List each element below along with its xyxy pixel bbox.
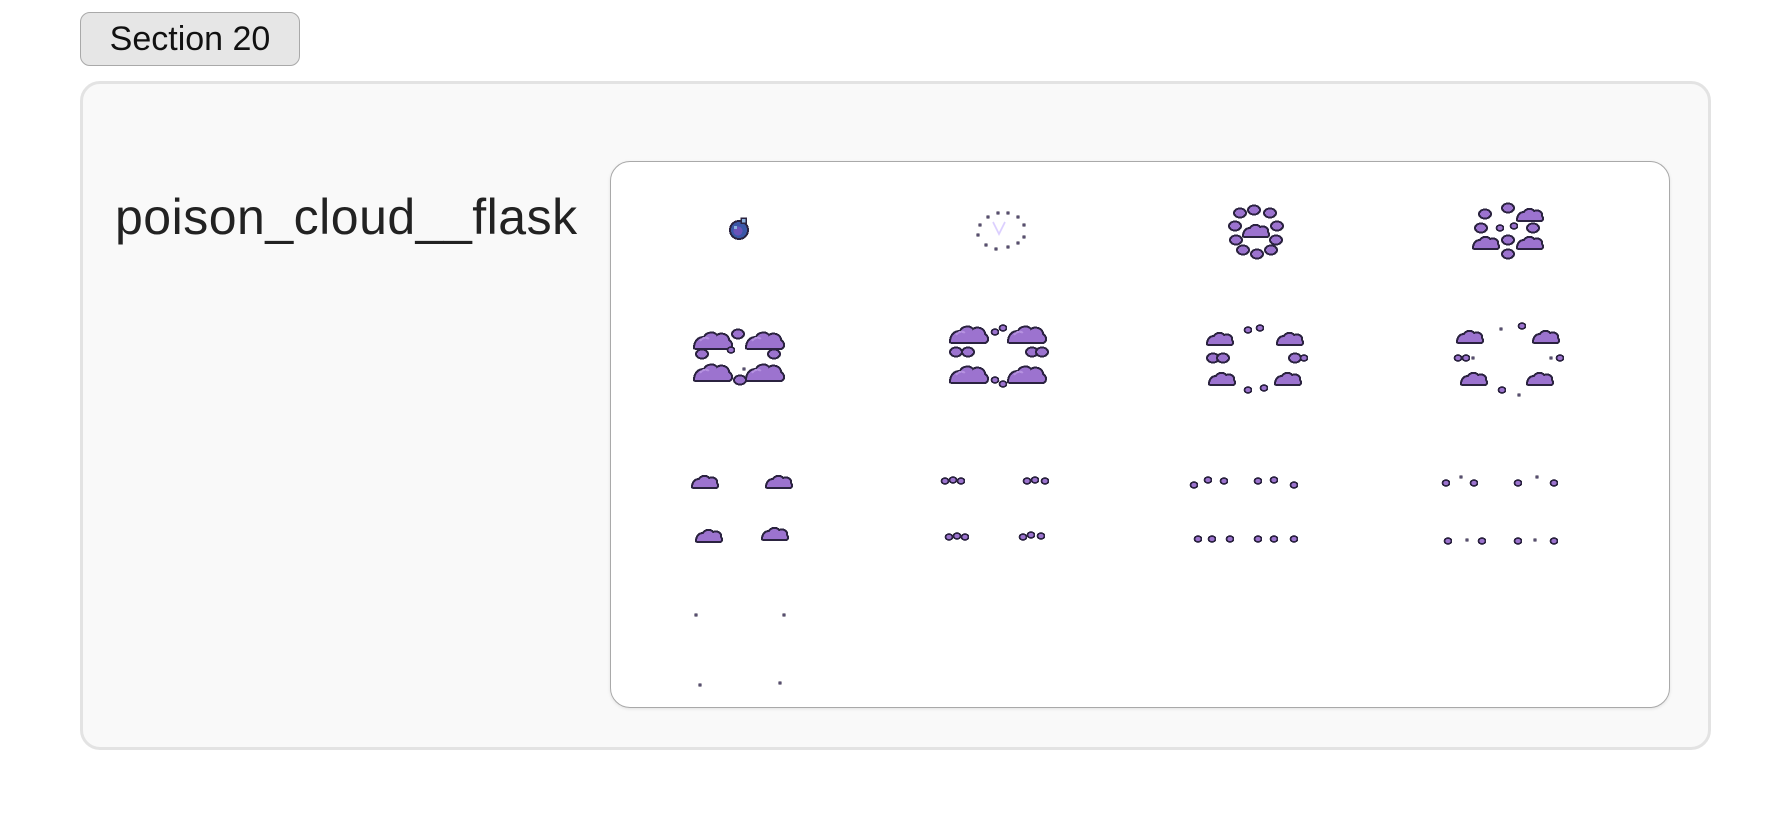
frame-5-cloud-ring — [693, 328, 785, 386]
section-panel: poison_cloud__flask — [80, 81, 1711, 750]
sprite-sheet-card — [610, 161, 1670, 708]
frame-8-cloud-ring — [1453, 322, 1565, 397]
sprite-sheet — [691, 202, 1565, 687]
frame-6-cloud-ring — [949, 324, 1049, 388]
frame-7-cloud-ring — [1206, 324, 1309, 394]
frame-3-cloud-burst — [1228, 204, 1284, 260]
frame-4-cloud-burst — [1472, 202, 1545, 260]
frame-9-cloud-fade — [691, 474, 794, 543]
frame-1-flask — [729, 217, 749, 240]
sprite-name: poison_cloud__flask — [115, 189, 578, 245]
frame-2-shatter — [976, 211, 1026, 251]
frame-11-cloud-fade — [1189, 476, 1299, 543]
section-tab[interactable]: Section 20 — [80, 12, 300, 66]
frame-12-cloud-fade — [1441, 475, 1559, 545]
frame-10-cloud-fade — [940, 476, 1050, 541]
frame-13-sparkle — [694, 613, 786, 687]
